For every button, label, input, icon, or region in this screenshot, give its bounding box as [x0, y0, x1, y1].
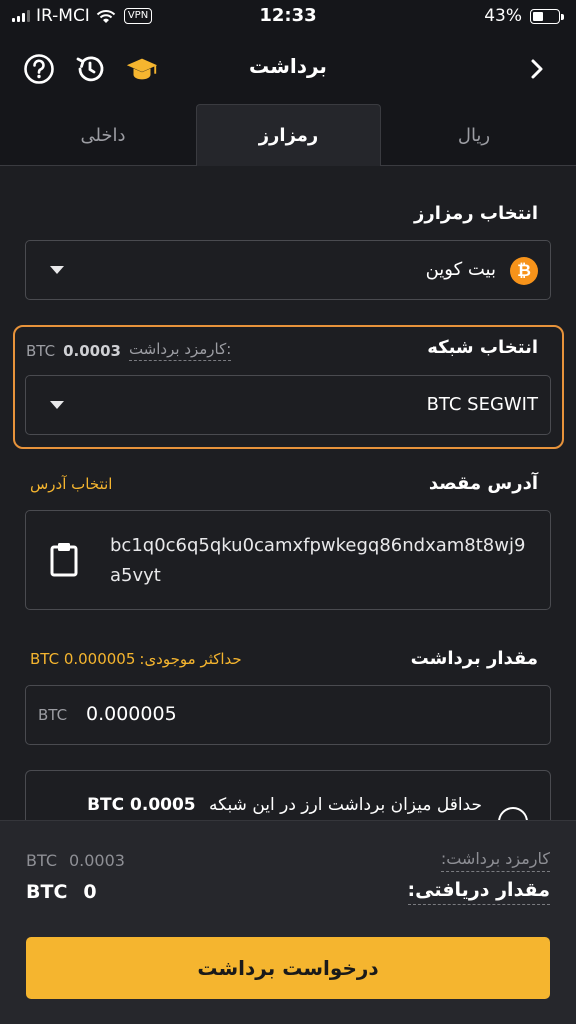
summary-received-row: BTC 0 مقدار دریافتی: [26, 879, 550, 905]
tab-crypto[interactable]: رمزارز [196, 104, 381, 166]
submit-label: درخواست برداشت [197, 956, 379, 980]
summary-fee-value: BTC 0.0003 [26, 851, 125, 870]
fee-unit: BTC [26, 341, 56, 360]
status-bar: IR-MCI VPN 12:33 43% [0, 0, 576, 34]
summary-panel: BTC 0.0003 کارمزد برداشت: BTC 0 مقدار در… [0, 820, 576, 1024]
battery-icon [530, 8, 564, 24]
select-address-link[interactable]: انتخاب آدرس [30, 475, 112, 493]
tab-bar: داخلی رمزارز ریال [0, 104, 576, 166]
fee-label: کارمزد برداشت: [128, 340, 232, 361]
battery-percent: 43% [484, 6, 522, 26]
tab-rial[interactable]: ریال [381, 104, 567, 166]
summary-fee-unit: BTC [26, 851, 57, 870]
crypto-select-value: بیت کوین [425, 259, 496, 280]
summary-fee-amount: 0.0003 [68, 851, 125, 870]
back-button[interactable] [520, 52, 554, 86]
summary-fee-label: کارمزد برداشت: [440, 849, 550, 872]
clipboard-icon [50, 543, 78, 577]
summary-received-value: BTC 0 [26, 881, 97, 903]
address-value: bc1q0c6q5qku0camxfpwkegq86ndxam8t8wj9a5v… [110, 535, 526, 586]
chevron-right-icon [531, 59, 543, 79]
summary-received-label: مقدار دریافتی: [407, 879, 550, 905]
min-withdrawal-amount: BTC 0.0005 [87, 795, 196, 815]
caret-down-icon [50, 401, 64, 409]
amount-input[interactable]: BTC 0.000005 [25, 685, 551, 745]
summary-fee-row: BTC 0.0003 کارمزد برداشت: [26, 849, 550, 872]
crypto-select[interactable]: بیت کوین ₿ [25, 240, 551, 300]
max-balance[interactable]: حداکثر موجودی: BTC 0.000005 [30, 650, 242, 668]
status-right: 43% [484, 6, 564, 26]
tab-label: ریال [457, 124, 491, 146]
destination-label: آدرس مقصد [428, 473, 538, 494]
max-balance-label: حداکثر موجودی: [139, 650, 242, 668]
amount-value: 0.000005 [86, 703, 177, 725]
crypto-select-label: انتخاب رمزارز [414, 203, 538, 224]
max-balance-value: BTC 0.000005 [30, 650, 136, 668]
tab-internal[interactable]: داخلی [10, 104, 196, 166]
tab-label: رمزارز [258, 125, 319, 146]
amount-unit: BTC [38, 706, 68, 724]
bitcoin-icon: ₿ [510, 257, 538, 285]
network-fee: BTC 0.0003 کارمزد برداشت: [26, 340, 232, 361]
summary-received-amount: 0 [83, 881, 97, 903]
caret-down-icon [50, 266, 64, 274]
submit-withdrawal-button[interactable]: درخواست برداشت [26, 937, 550, 999]
tab-label: داخلی [80, 124, 126, 146]
min-withdrawal-text: حداقل میزان برداشت ارز در این شبکه BTC 0… [87, 795, 482, 815]
summary-received-unit: BTC [26, 881, 68, 903]
network-select[interactable]: BTC SEGWIT [25, 375, 551, 435]
network-select-label: انتخاب شبکه [427, 337, 538, 358]
fee-amount: 0.0003 [63, 341, 121, 360]
address-input[interactable]: bc1q0c6q5qku0camxfpwkegq86ndxam8t8wj9a5v… [25, 510, 551, 610]
app-header: برداشت [0, 34, 576, 104]
network-select-value: BTC SEGWIT [426, 394, 538, 415]
amount-label: مقدار برداشت [410, 648, 538, 669]
min-withdrawal-message: حداقل میزان برداشت ارز در این شبکه [209, 795, 482, 815]
page-title: برداشت [249, 54, 327, 78]
paste-button[interactable] [48, 541, 80, 581]
